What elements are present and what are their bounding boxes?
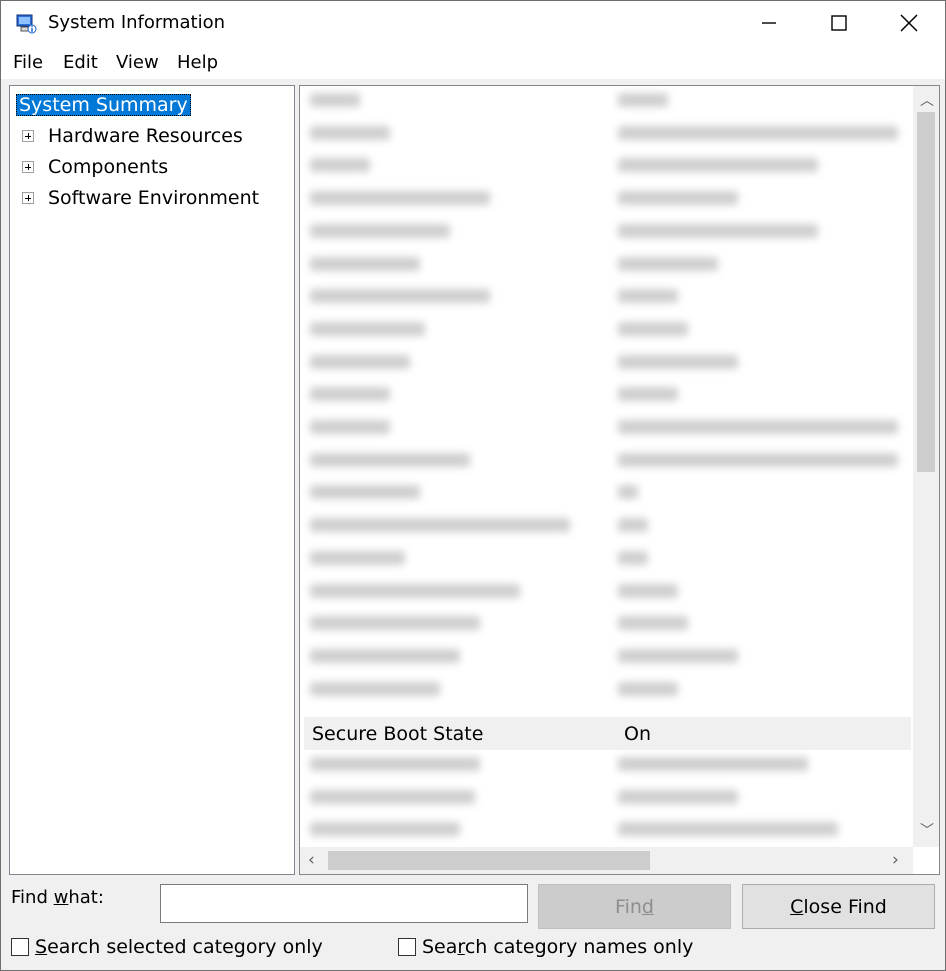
tree-item-label: Software Environment (48, 187, 260, 209)
blurred-item-name (310, 223, 450, 238)
blurred-item-name (310, 550, 405, 565)
blurred-item-value (618, 93, 668, 107)
blurred-item-value (618, 583, 678, 598)
search-category-names-checkbox[interactable]: Search category names only (398, 936, 693, 958)
checkbox-label: Search selected category only (35, 936, 323, 958)
blurred-item-value (618, 822, 838, 837)
close-icon (900, 14, 918, 32)
find-what-input[interactable] (160, 884, 528, 923)
menu-bar: File Edit View Help (1, 45, 945, 79)
find-what-label: Find what: (11, 887, 104, 908)
blurred-item-value (618, 158, 818, 173)
blurred-item-value (618, 354, 738, 369)
blurred-item-name (310, 518, 570, 533)
blurred-item-name (310, 158, 370, 173)
blurred-item-name (310, 452, 470, 467)
blurred-item-value (618, 550, 648, 565)
blurred-item-value (618, 452, 898, 467)
scroll-right-icon[interactable]: › (892, 850, 899, 870)
tree-item-label: System Summary (16, 94, 191, 116)
find-button[interactable]: Fin d (538, 884, 731, 929)
category-tree[interactable]: System Summary Hardware Resources Compon… (9, 85, 295, 875)
blurred-item-name (310, 420, 390, 434)
blurred-item-value (618, 289, 678, 304)
window-title: System Information (48, 12, 226, 33)
blurred-item-name (310, 485, 420, 500)
blurred-item-value (618, 518, 648, 533)
blurred-item-value (618, 125, 898, 140)
menu-edit[interactable]: Edit (63, 52, 98, 73)
blurred-item-name (310, 354, 410, 369)
checkbox-label: Search category names only (422, 936, 694, 958)
menu-help[interactable]: Help (177, 52, 218, 73)
maximize-icon (831, 15, 847, 31)
blurred-item-name (310, 757, 480, 771)
close-button[interactable] (874, 1, 944, 45)
tree-item-hardware-resources[interactable]: Hardware Resources (10, 122, 290, 150)
tree-item-system-summary[interactable]: System Summary (16, 91, 191, 119)
minimize-icon (762, 22, 776, 24)
blurred-item-value (618, 420, 898, 434)
tree-item-label: Components (48, 156, 169, 178)
checkbox-icon[interactable] (11, 938, 29, 956)
details-list[interactable]: Secure Boot State On ︿ ﹀ ‹ › (299, 85, 940, 875)
minimize-button[interactable] (734, 1, 804, 45)
blurred-item-name (310, 387, 390, 402)
scroll-up-icon[interactable]: ︿ (920, 90, 934, 110)
blurred-item-value (618, 321, 688, 336)
blurred-item-value (618, 485, 638, 500)
blurred-item-name (310, 616, 480, 631)
blurred-item-value (618, 223, 818, 238)
blurred-item-name (310, 789, 475, 804)
tree-item-components[interactable]: Components (10, 153, 290, 181)
blurred-item-value (618, 387, 678, 402)
blurred-item-value (618, 191, 738, 206)
menu-file[interactable]: File (13, 52, 43, 73)
vertical-scroll-thumb[interactable] (917, 112, 935, 472)
tree-item-software-environment[interactable]: Software Environment (10, 184, 290, 212)
blurred-item-value (618, 757, 808, 771)
blurred-item-value (618, 616, 688, 631)
tree-item-label: Hardware Resources (48, 125, 243, 147)
blurred-item-value (618, 789, 738, 804)
blurred-item-name (310, 125, 390, 140)
item-value: On (624, 723, 651, 745)
blurred-item-name (310, 648, 460, 663)
expand-icon[interactable] (22, 161, 34, 173)
blurred-item-name (310, 321, 425, 336)
blurred-item-name (310, 822, 460, 837)
maximize-button[interactable] (804, 1, 874, 45)
blurred-item-name (310, 681, 440, 696)
horizontal-scroll-thumb[interactable] (328, 851, 650, 870)
expand-icon[interactable] (22, 130, 34, 142)
checkbox-icon[interactable] (398, 938, 416, 956)
item-name: Secure Boot State (312, 723, 484, 745)
list-item-secure-boot-state[interactable]: Secure Boot State On (304, 717, 911, 750)
menu-view[interactable]: View (116, 52, 159, 73)
horizontal-scrollbar[interactable]: ‹ › (300, 847, 913, 874)
system-information-window: System Information File Edit View Help S… (0, 0, 946, 971)
blurred-item-name (310, 289, 490, 304)
blurred-item-name (310, 256, 420, 271)
blurred-item-name (310, 93, 360, 107)
system-information-app-icon (16, 14, 37, 34)
blurred-item-value (618, 648, 738, 663)
close-find-button[interactable]: Close Find (742, 884, 935, 929)
scroll-left-icon[interactable]: ‹ (308, 850, 315, 870)
title-bar[interactable]: System Information (1, 1, 945, 45)
blurred-item-name (310, 583, 520, 598)
vertical-scrollbar[interactable]: ︿ ﹀ (913, 86, 939, 847)
scroll-down-icon[interactable]: ﹀ (920, 820, 934, 840)
blurred-item-value (618, 681, 678, 696)
expand-icon[interactable] (22, 192, 34, 204)
blurred-item-name (310, 191, 490, 206)
search-selected-category-checkbox[interactable]: Search selected category only (11, 936, 323, 958)
blurred-item-value (618, 256, 718, 271)
